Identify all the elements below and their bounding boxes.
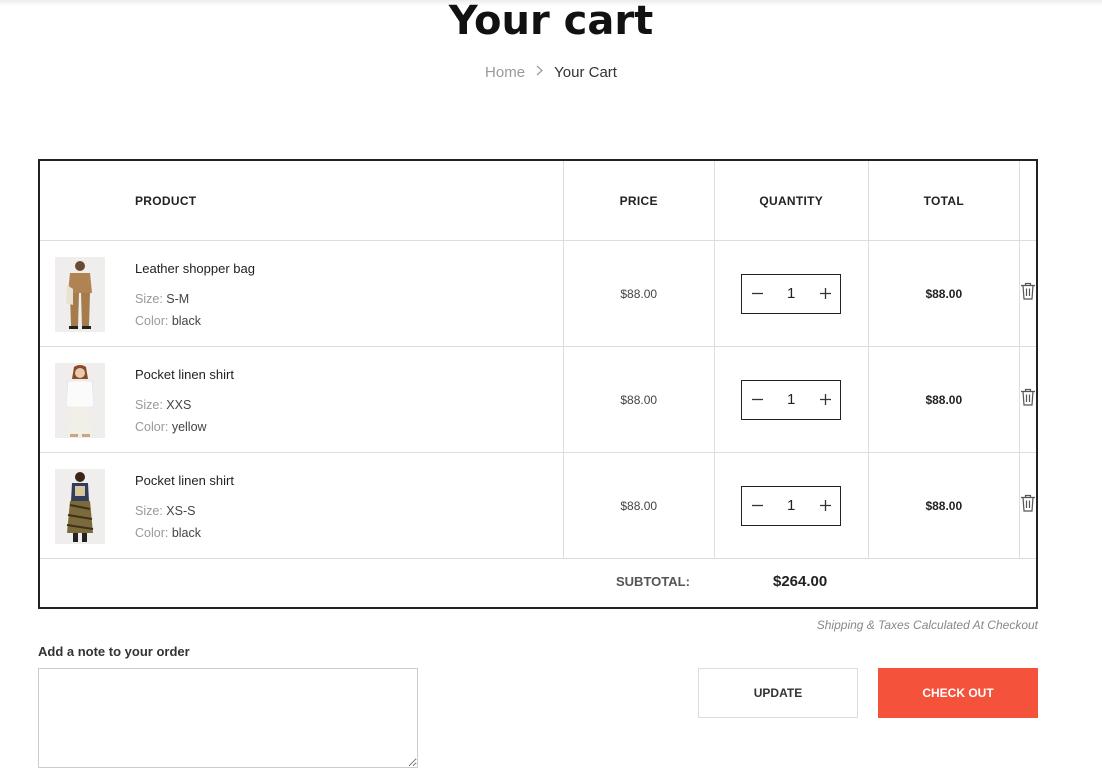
cart-table: PRODUCT PRICE QUANTITY TOTAL Leather sho… xyxy=(38,159,1038,609)
table-header-row: PRODUCT PRICE QUANTITY TOTAL xyxy=(38,159,1038,241)
quantity-value[interactable]: 1 xyxy=(787,391,795,408)
checkout-button[interactable]: CHECK OUT xyxy=(878,668,1038,718)
line-total: $88.00 xyxy=(925,392,963,407)
subtotal-row xyxy=(39,559,1037,609)
subtotal-label: SUBTOTAL: xyxy=(616,574,690,589)
product-color: Color: black xyxy=(135,314,202,328)
subtotal-cell xyxy=(39,559,1037,609)
total-cell: $88.00 xyxy=(867,452,1021,559)
column-header-price: PRICE xyxy=(562,159,715,241)
product-size: Size: XS-S xyxy=(135,504,196,518)
quantity-value[interactable]: 1 xyxy=(787,285,795,302)
product-cell: Pocket linen shirt Size: XS-S Color: bla… xyxy=(38,452,564,559)
product-color: Color: yellow xyxy=(135,420,207,434)
remove-cell xyxy=(1019,346,1038,453)
trash-icon[interactable] xyxy=(1020,282,1036,305)
product-name-link[interactable]: Pocket linen shirt xyxy=(135,367,234,383)
product-color: Color: black xyxy=(135,526,202,540)
total-cell: $88.00 xyxy=(867,240,1021,347)
price-cell: $88.00 xyxy=(562,346,715,453)
quantity-cell: 1 xyxy=(713,452,869,559)
product-thumbnail[interactable] xyxy=(55,363,105,438)
table-row: Pocket linen shirt Size: XXS Color: yell… xyxy=(38,346,1038,453)
minus-icon[interactable] xyxy=(742,275,772,313)
total-cell: $88.00 xyxy=(867,346,1021,453)
column-header-remove xyxy=(1019,159,1038,241)
table-row: Leather shopper bag Size: S-M Color: bla… xyxy=(38,240,1038,347)
plus-icon[interactable] xyxy=(810,381,840,419)
quantity-cell: 1 xyxy=(713,240,869,347)
product-size: Size: XXS xyxy=(135,398,192,412)
price-cell: $88.00 xyxy=(562,240,715,347)
plus-icon[interactable] xyxy=(810,487,840,525)
line-total: $88.00 xyxy=(925,286,963,301)
plus-icon[interactable] xyxy=(810,275,840,313)
order-note-textarea[interactable] xyxy=(38,668,418,768)
column-header-total: TOTAL xyxy=(867,159,1021,241)
trash-icon[interactable] xyxy=(1020,494,1036,517)
breadcrumb: Home Your Cart xyxy=(0,62,1102,83)
remove-cell xyxy=(1019,240,1038,347)
unit-price: $88.00 xyxy=(620,392,658,407)
trash-icon[interactable] xyxy=(1020,388,1036,411)
minus-icon[interactable] xyxy=(742,487,772,525)
price-cell: $88.00 xyxy=(562,452,715,559)
page-title: Your cart xyxy=(448,0,654,44)
line-total: $88.00 xyxy=(925,498,963,513)
product-name-link[interactable]: Pocket linen shirt xyxy=(135,473,234,489)
product-thumbnail[interactable] xyxy=(55,257,105,332)
quantity-stepper: 1 xyxy=(741,273,842,314)
breadcrumb-current: Your Cart xyxy=(554,64,617,81)
update-button[interactable]: UPDATE xyxy=(698,668,858,718)
chevron-right-icon xyxy=(536,62,544,82)
unit-price: $88.00 xyxy=(620,498,658,513)
breadcrumb-home-link[interactable]: Home xyxy=(485,64,525,81)
product-cell: Pocket linen shirt Size: XXS Color: yell… xyxy=(38,346,564,453)
quantity-value[interactable]: 1 xyxy=(787,497,795,514)
order-note-label: Add a note to your order xyxy=(38,644,190,659)
minus-icon[interactable] xyxy=(742,381,772,419)
unit-price: $88.00 xyxy=(620,286,658,301)
product-name-link[interactable]: Leather shopper bag xyxy=(135,261,255,277)
column-header-product: PRODUCT xyxy=(38,159,564,241)
quantity-stepper: 1 xyxy=(741,379,842,420)
product-thumbnail[interactable] xyxy=(55,469,105,544)
shipping-note: Shipping & Taxes Calculated At Checkout xyxy=(816,618,1038,632)
quantity-cell: 1 xyxy=(713,346,869,453)
product-size: Size: S-M xyxy=(135,292,190,306)
quantity-stepper: 1 xyxy=(741,485,842,526)
subtotal-value: $264.00 xyxy=(773,573,828,590)
column-header-quantity: QUANTITY xyxy=(713,159,869,241)
table-row: Pocket linen shirt Size: XS-S Color: bla… xyxy=(38,452,1038,559)
remove-cell xyxy=(1019,452,1038,559)
product-cell: Leather shopper bag Size: S-M Color: bla… xyxy=(38,240,564,347)
